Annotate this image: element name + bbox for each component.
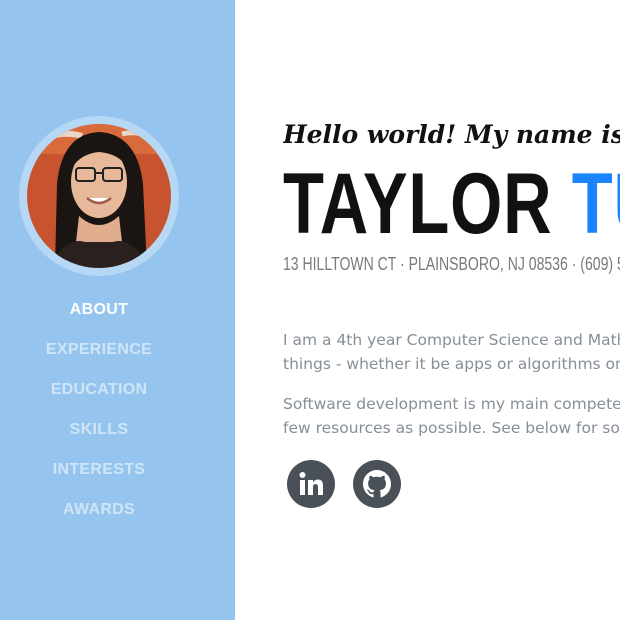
nav-item-education[interactable]: EDUCATION <box>0 370 198 410</box>
avatar <box>27 124 171 268</box>
nav-item-awards[interactable]: AWARDS <box>0 490 198 530</box>
first-name: TAYLOR <box>283 156 553 252</box>
nav-item-skills[interactable]: SKILLS <box>0 410 198 450</box>
greeting-text: Hello world! My name is <box>283 120 620 149</box>
linkedin-button[interactable] <box>287 460 335 508</box>
sidebar: ABOUT EXPERIENCE EDUCATION SKILLS INTERE… <box>0 0 235 620</box>
page-title: TAYLOR TU <box>283 158 620 250</box>
bio-p1-line1: I am a 4th year Computer Science and Mat… <box>283 331 620 349</box>
avatar-ring <box>19 116 179 276</box>
nav-item-about[interactable]: ABOUT <box>0 290 198 330</box>
bio-p1-line2: things - whether it be apps or algorithm… <box>283 355 620 373</box>
bio-p2-line1: Software development is my main competen… <box>283 395 620 413</box>
nav-item-interests[interactable]: INTERESTS <box>0 450 198 490</box>
main-content: Hello world! My name is TAYLOR TU 13 HIL… <box>283 0 620 620</box>
linkedin-icon <box>299 472 323 495</box>
bio-paragraph-1: I am a 4th year Computer Science and Mat… <box>283 328 620 376</box>
bio: I am a 4th year Computer Science and Mat… <box>283 328 620 456</box>
avatar-photo <box>27 124 171 268</box>
last-name: TU <box>571 156 620 252</box>
nav-item-experience[interactable]: EXPERIENCE <box>0 330 198 370</box>
github-icon <box>363 470 391 498</box>
bio-p2-line2: few resources as possible. See below for… <box>283 419 620 437</box>
social-links <box>287 460 401 508</box>
contact-line: 13 HILLTOWN CT · PLAINSBORO, NJ 08536 · … <box>283 254 620 274</box>
sidebar-nav: ABOUT EXPERIENCE EDUCATION SKILLS INTERE… <box>0 290 198 530</box>
github-button[interactable] <box>353 460 401 508</box>
bio-paragraph-2: Software development is my main competen… <box>283 392 620 440</box>
